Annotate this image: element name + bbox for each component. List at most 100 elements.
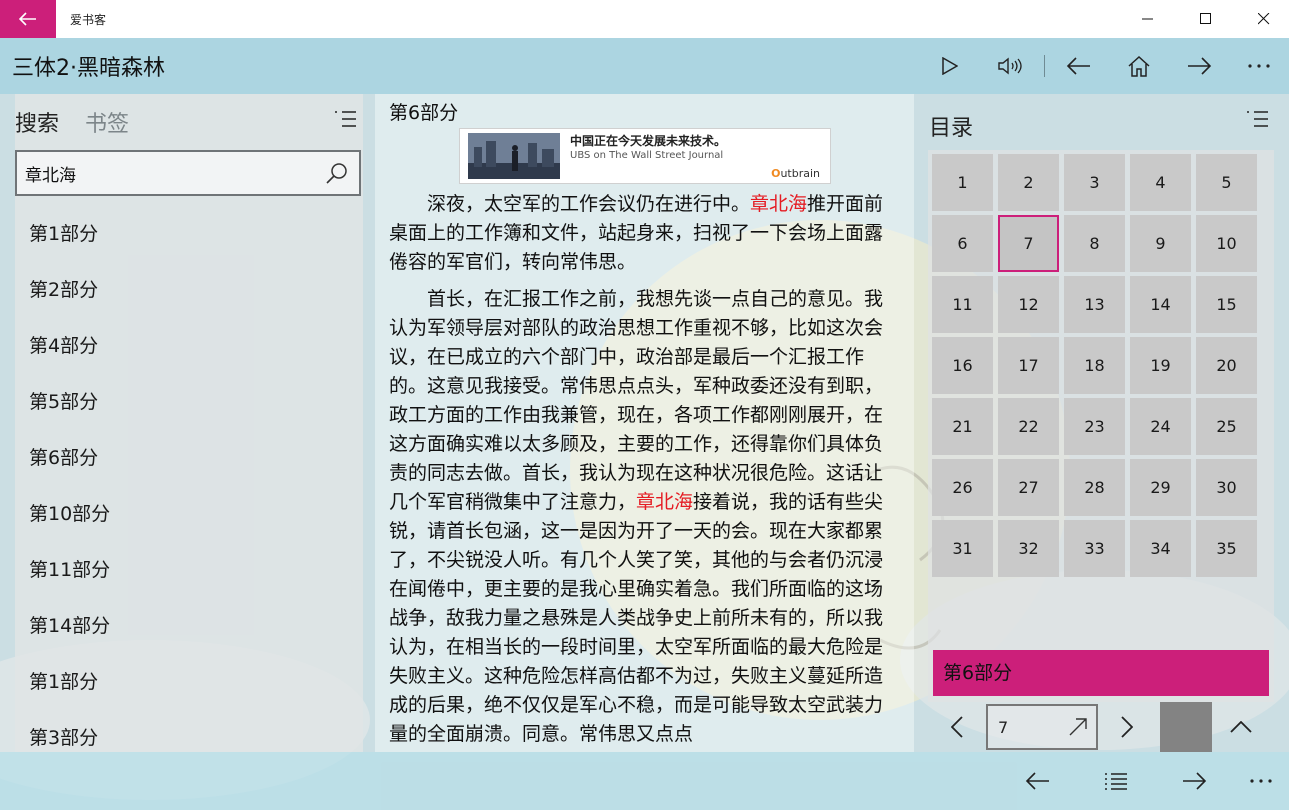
search-highlight: 章北海 bbox=[750, 193, 808, 215]
next-button[interactable] bbox=[1169, 38, 1229, 94]
chapter-heading: 第6部分 bbox=[389, 102, 459, 124]
current-chapter-label[interactable]: 第6部分 bbox=[933, 650, 1269, 696]
paragraph: 深夜，太空军的工作会议仍在进行中。章北海推开面前桌面上的工作簿和文件，站起身来，… bbox=[389, 190, 901, 277]
chevron-up-icon bbox=[1230, 721, 1252, 733]
back-button[interactable] bbox=[0, 0, 56, 38]
page-cell[interactable]: 35 bbox=[1196, 520, 1257, 577]
page-cell[interactable]: 16 bbox=[932, 337, 993, 394]
page-cell[interactable]: 1 bbox=[932, 154, 993, 211]
toc-list-button[interactable] bbox=[1077, 752, 1155, 810]
list-item[interactable]: 第4部分 bbox=[15, 318, 363, 374]
page-cell[interactable]: 6 bbox=[932, 215, 993, 272]
search-highlight: 章北海 bbox=[636, 491, 694, 513]
read-aloud-button[interactable] bbox=[980, 38, 1040, 94]
minimize-button[interactable] bbox=[1123, 0, 1173, 38]
text-run: 首长，在汇报工作之前，我想先谈一点自己的意见。我认为军领导层对部队的政治思想工作… bbox=[389, 288, 884, 513]
list-item[interactable]: 第6部分 bbox=[15, 430, 363, 486]
page-cell[interactable]: 22 bbox=[998, 398, 1059, 455]
page-cell[interactable]: 32 bbox=[998, 520, 1059, 577]
search-button[interactable] bbox=[325, 162, 349, 186]
maximize-button[interactable] bbox=[1181, 0, 1231, 38]
list-item[interactable]: 第11部分 bbox=[15, 542, 363, 598]
home-button[interactable] bbox=[1109, 38, 1169, 94]
play-button[interactable] bbox=[920, 38, 980, 94]
page-cell[interactable]: 19 bbox=[1130, 337, 1191, 394]
maximize-icon bbox=[1200, 13, 1211, 24]
ad-banner[interactable]: 中国正在今天发展未来技术。 UBS on The Wall Street Jou… bbox=[459, 128, 831, 184]
page-cell[interactable]: 24 bbox=[1130, 398, 1191, 455]
page-cell[interactable]: 21 bbox=[932, 398, 993, 455]
list-item[interactable]: 第10部分 bbox=[15, 486, 363, 542]
search-panel: 搜索 书签 第1部分 第2部分 第4部分 第5部分 第6部分 第10部分 第11… bbox=[0, 94, 375, 752]
panel-menu-button[interactable] bbox=[334, 110, 358, 128]
page-cell[interactable]: 17 bbox=[998, 337, 1059, 394]
ad-source: UBS on The Wall Street Journal bbox=[570, 150, 724, 161]
more-button[interactable] bbox=[1229, 38, 1289, 94]
more-icon bbox=[1250, 779, 1272, 783]
page-cell[interactable]: 33 bbox=[1064, 520, 1125, 577]
page-cell[interactable]: 4 bbox=[1130, 154, 1191, 211]
list-item[interactable]: 第2部分 bbox=[15, 262, 363, 318]
next-page-button[interactable] bbox=[1098, 702, 1156, 752]
page-cell[interactable]: 2 bbox=[998, 154, 1059, 211]
next-chapter-button[interactable] bbox=[1155, 752, 1233, 810]
page-cell[interactable]: 10 bbox=[1196, 215, 1257, 272]
go-arrow-icon[interactable] bbox=[1068, 717, 1088, 737]
page-cell[interactable]: 12 bbox=[998, 276, 1059, 333]
toc-panel: 目录 1 2 3 4 5 6 7 8 9 10 11 12 13 14 15 1… bbox=[914, 94, 1289, 752]
ad-title: 中国正在今天发展未来技术。 bbox=[570, 134, 727, 148]
page-cell[interactable]: 29 bbox=[1130, 459, 1191, 516]
previous-button[interactable] bbox=[1049, 38, 1109, 94]
previous-chapter-button[interactable] bbox=[999, 752, 1077, 810]
page-cell[interactable]: 20 bbox=[1196, 337, 1257, 394]
page-cell[interactable]: 11 bbox=[932, 276, 993, 333]
arrow-right-icon bbox=[1188, 57, 1212, 75]
collapse-button[interactable] bbox=[1212, 702, 1270, 752]
page-cell[interactable]: 34 bbox=[1130, 520, 1191, 577]
page-cell[interactable]: 31 bbox=[932, 520, 993, 577]
page-cell[interactable]: 14 bbox=[1130, 276, 1191, 333]
page-cell[interactable]: 25 bbox=[1196, 398, 1257, 455]
prev-page-button[interactable] bbox=[928, 702, 986, 752]
window-title: 爱书客 bbox=[70, 12, 107, 27]
ad-image bbox=[468, 133, 560, 179]
tab-search[interactable]: 搜索 bbox=[15, 106, 59, 138]
page-cell[interactable]: 9 bbox=[1130, 215, 1191, 272]
toc-menu-button[interactable] bbox=[1246, 110, 1270, 128]
list-item[interactable]: 第1部分 bbox=[15, 654, 363, 710]
page-cell[interactable]: 18 bbox=[1064, 337, 1125, 394]
page-cell[interactable]: 8 bbox=[1064, 215, 1125, 272]
text-run: 接着说，我的话有些尖锐，请首长包涵，这一是因为开了一天的会。现在大家都累了，不尖… bbox=[389, 491, 884, 745]
page-cell[interactable]: 23 bbox=[1064, 398, 1125, 455]
page-cell[interactable]: 5 bbox=[1196, 154, 1257, 211]
page-cell[interactable]: 13 bbox=[1064, 276, 1125, 333]
toolbar-divider bbox=[1044, 55, 1045, 77]
bottom-more-button[interactable] bbox=[1233, 752, 1289, 810]
search-icon bbox=[326, 163, 347, 184]
book-title: 三体2·黑暗森林 bbox=[12, 56, 165, 81]
page-cell[interactable]: 15 bbox=[1196, 276, 1257, 333]
volume-icon bbox=[998, 57, 1022, 75]
arrow-left-icon bbox=[1025, 772, 1049, 790]
color-swatch[interactable] bbox=[1160, 702, 1212, 752]
list-item[interactable]: 第1部分 bbox=[15, 206, 363, 262]
close-button[interactable] bbox=[1239, 0, 1289, 38]
panel-tabs: 搜索 书签 bbox=[15, 106, 129, 138]
ad-brand-logo: Outbrain bbox=[771, 167, 820, 180]
page-cell-selected[interactable]: 7 bbox=[998, 215, 1059, 272]
search-input[interactable] bbox=[25, 163, 315, 183]
page-cell[interactable]: 28 bbox=[1064, 459, 1125, 516]
arrow-left-icon bbox=[1066, 57, 1090, 75]
list-item[interactable]: 第5部分 bbox=[15, 374, 363, 430]
ad-brand-rest: utbrain bbox=[780, 167, 820, 180]
page-number-input[interactable] bbox=[998, 717, 1068, 737]
page-cell[interactable]: 26 bbox=[932, 459, 993, 516]
menu-list-icon bbox=[1247, 111, 1268, 127]
list-icon bbox=[1105, 773, 1127, 790]
page-cell[interactable]: 30 bbox=[1196, 459, 1257, 516]
page-grid: 1 2 3 4 5 6 7 8 9 10 11 12 13 14 15 16 1… bbox=[932, 154, 1257, 577]
page-cell[interactable]: 27 bbox=[998, 459, 1059, 516]
page-cell[interactable]: 3 bbox=[1064, 154, 1125, 211]
list-item[interactable]: 第14部分 bbox=[15, 598, 363, 654]
tab-bookmarks[interactable]: 书签 bbox=[85, 106, 129, 138]
